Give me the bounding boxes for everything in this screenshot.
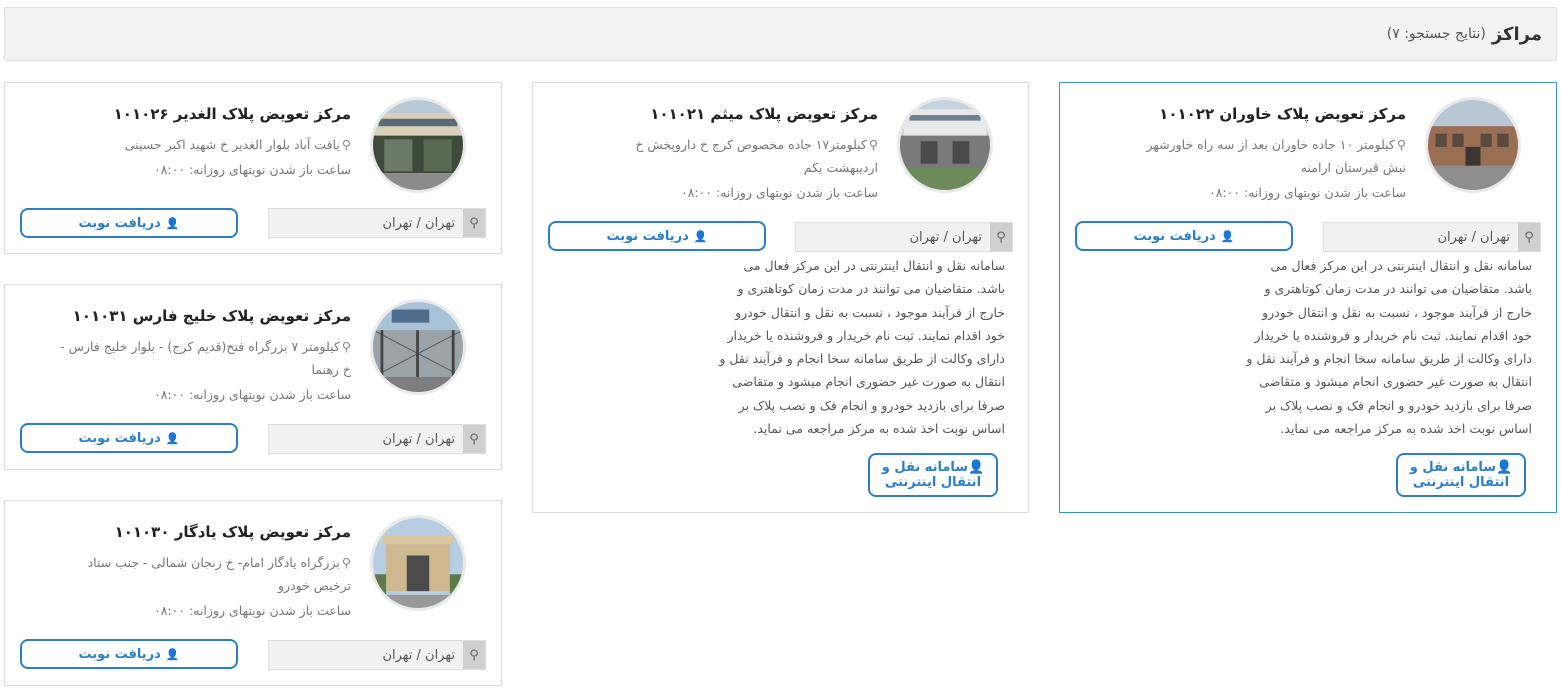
location-field: ⚲ تهران / تهران bbox=[795, 222, 1013, 252]
user-icon: 👤 bbox=[968, 460, 985, 475]
center-card-khavaran[interactable]: مرکز تعویض پلاک خاوران ۱۰۱۰۲۲ ⚲کیلومتر ۱… bbox=[1059, 82, 1557, 513]
map-marker-icon: ⚲ bbox=[463, 641, 485, 669]
map-marker-icon: ⚲ bbox=[990, 223, 1012, 251]
center-photo bbox=[897, 97, 993, 193]
map-pin-icon: ⚲ bbox=[868, 137, 878, 152]
center-address: ⚲یافت آباد بلوار الغدیر خ شهید اکبر حسین… bbox=[124, 137, 351, 152]
map-marker-icon: ⚲ bbox=[463, 425, 485, 453]
user-icon: 👤 bbox=[165, 216, 180, 230]
center-photo bbox=[370, 515, 466, 611]
center-title: مرکز تعویض پلاک الغدیر ۱۰۱۰۲۶ bbox=[113, 105, 351, 123]
center-address: ⚲کیلومتر ۱۰ جاده خاوران بعد از سه راه خا… bbox=[1146, 137, 1406, 175]
center-address: ⚲کیلومتر ۷ بزرگراه فتح(قدیم کرج) - بلوار… bbox=[60, 339, 351, 377]
location-text: تهران / تهران bbox=[382, 215, 455, 231]
online-transfer-button[interactable]: 👤سامانه نقل و انتقال اینترنتی bbox=[868, 453, 998, 497]
user-icon: 👤 bbox=[165, 431, 180, 445]
center-card-alghadir[interactable]: مرکز تعویض پلاک الغدیر ۱۰۱۰۲۶ ⚲یافت آباد… bbox=[4, 82, 502, 254]
center-title: مرکز تعویض پلاک میثم ۱۰۱۰۲۱ bbox=[650, 105, 878, 123]
get-turn-button[interactable]: 👤 دریافت نوبت bbox=[1075, 221, 1293, 251]
location-text: تهران / تهران bbox=[909, 229, 982, 245]
location-field: ⚲ تهران / تهران bbox=[268, 640, 486, 670]
user-icon: 👤 bbox=[693, 229, 708, 243]
get-turn-button[interactable]: 👤 دریافت نوبت bbox=[20, 639, 238, 669]
map-marker-icon: ⚲ bbox=[1518, 223, 1540, 251]
online-transfer-button[interactable]: 👤سامانه نقل و انتقال اینترنتی bbox=[1396, 453, 1526, 497]
center-card-meysam[interactable]: مرکز تعویض پلاک میثم ۱۰۱۰۲۱ ⚲کیلومتر۱۷ ج… bbox=[532, 82, 1029, 513]
user-icon: 👤 bbox=[1496, 460, 1513, 475]
location-text: تهران / تهران bbox=[382, 647, 455, 663]
center-card-yadegar[interactable]: مرکز تعویض پلاک یادگار ۱۰۱۰۳۰ ⚲بزرگراه ی… bbox=[4, 500, 502, 686]
map-marker-icon: ⚲ bbox=[463, 209, 485, 237]
location-field: ⚲ تهران / تهران bbox=[268, 208, 486, 238]
center-title: مرکز تعویض پلاک خاوران ۱۰۱۰۲۲ bbox=[1159, 105, 1406, 123]
get-turn-button[interactable]: 👤 دریافت نوبت bbox=[20, 208, 238, 238]
get-turn-button[interactable]: 👤 دریافت نوبت bbox=[20, 423, 238, 453]
location-field: ⚲ تهران / تهران bbox=[268, 424, 486, 454]
location-field: ⚲ تهران / تهران bbox=[1323, 222, 1541, 252]
center-card-khalij-fars[interactable]: مرکز تعویض پلاک خلیج فارس ۱۰۱۰۳۱ ⚲کیلومت… bbox=[4, 284, 502, 470]
center-address: ⚲کیلومتر۱۷ جاده مخصوص کرج خ داروپخش خ ار… bbox=[635, 137, 878, 175]
user-icon: 👤 bbox=[1220, 229, 1235, 243]
center-title: مرکز تعویض پلاک یادگار ۱۰۱۰۳۰ bbox=[114, 523, 351, 541]
opening-hours: ساعت باز شدن نوبتهای روزانه: ۰۸:۰۰ bbox=[680, 185, 878, 200]
page-header: مراکز (نتایج جستجو: ۷) bbox=[4, 7, 1557, 61]
opening-hours: ساعت باز شدن نوبتهای روزانه: ۰۸:۰۰ bbox=[153, 162, 351, 177]
center-photo bbox=[370, 97, 466, 193]
map-pin-icon: ⚲ bbox=[1396, 137, 1406, 152]
map-pin-icon: ⚲ bbox=[341, 555, 351, 570]
user-icon: 👤 bbox=[165, 647, 180, 661]
opening-hours: ساعت باز شدن نوبتهای روزانه: ۰۸:۰۰ bbox=[153, 603, 351, 618]
center-description: سامانه نقل و انتقال اینترنتی در این مرکز… bbox=[719, 258, 1005, 437]
location-text: تهران / تهران bbox=[382, 431, 455, 447]
map-pin-icon: ⚲ bbox=[341, 339, 351, 354]
center-description: سامانه نقل و انتقال اینترنتی در این مرکز… bbox=[1246, 258, 1532, 437]
get-turn-button[interactable]: 👤 دریافت نوبت bbox=[548, 221, 766, 251]
location-text: تهران / تهران bbox=[1437, 229, 1510, 245]
map-pin-icon: ⚲ bbox=[341, 137, 351, 152]
page-title: مراکز bbox=[1491, 23, 1542, 45]
opening-hours: ساعت باز شدن نوبتهای روزانه: ۰۸:۰۰ bbox=[153, 387, 351, 402]
center-photo bbox=[1425, 97, 1521, 193]
search-result-count: (نتایج جستجو: ۷) bbox=[1386, 26, 1486, 42]
center-title: مرکز تعویض پلاک خلیج فارس ۱۰۱۰۳۱ bbox=[72, 307, 351, 325]
center-address: ⚲بزرگراه یادگار امام- خ زنجان شمالی - جن… bbox=[87, 555, 351, 593]
center-photo bbox=[370, 299, 466, 395]
opening-hours: ساعت باز شدن نوبتهای روزانه: ۰۸:۰۰ bbox=[1208, 185, 1406, 200]
